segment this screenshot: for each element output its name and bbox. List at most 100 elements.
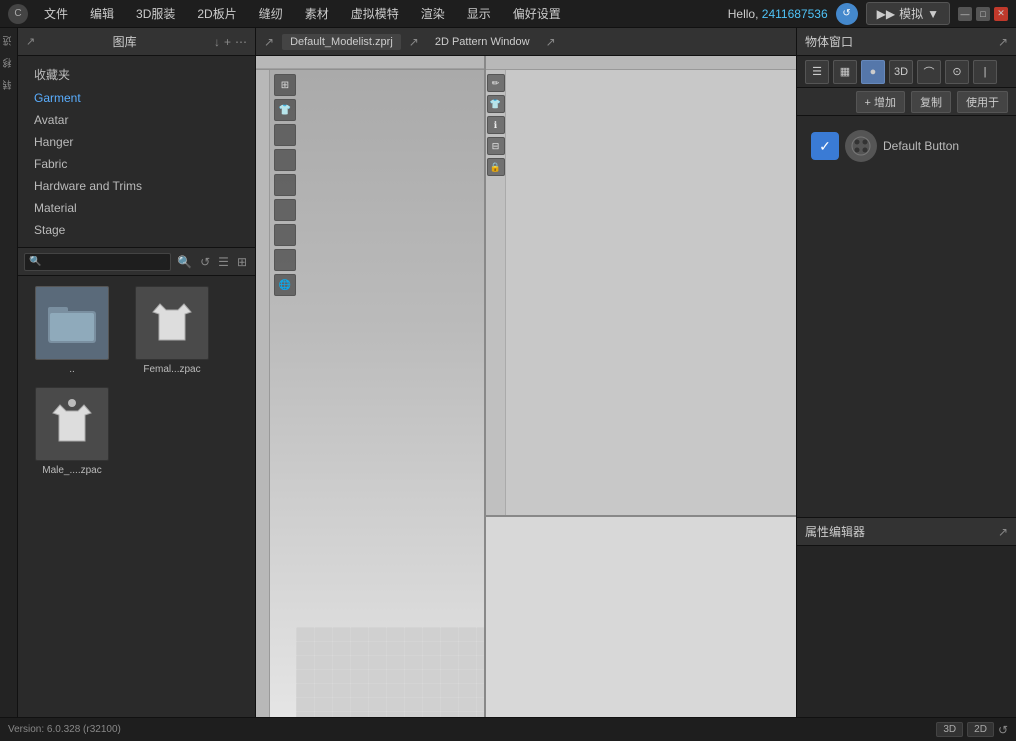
list-item[interactable]: Femal...zpac — [128, 286, 216, 375]
attr-editor-title: 属性编辑器 — [805, 523, 865, 540]
tool-move[interactable]: 移 — [1, 54, 16, 72]
grid-view-icon[interactable]: ⊞ — [235, 253, 249, 271]
pattern-tool-5[interactable]: 🔒 — [487, 158, 505, 176]
menu-2d-pattern[interactable]: 2D板片 — [193, 3, 240, 24]
3d-tool-7[interactable] — [274, 224, 296, 246]
3d-background — [270, 70, 484, 717]
3d-content: ⊞ 👕 🌐 — [270, 70, 484, 717]
object-window-title: 物体窗口 — [805, 33, 853, 50]
button-circle-icon[interactable] — [845, 130, 877, 162]
tab-3d-view[interactable]: Default_Modelist.zprj — [282, 34, 401, 50]
status-refresh-icon[interactable]: ↺ — [998, 723, 1008, 737]
user-info: Hello, 2411687536 — [728, 7, 828, 21]
pattern-bottom-section — [486, 517, 796, 717]
menu-avatar[interactable]: 虚拟模特 — [347, 3, 403, 24]
pattern-top-ruler — [486, 56, 796, 70]
3d-tool-4[interactable] — [274, 149, 296, 171]
pattern-area — [506, 70, 796, 515]
menu-file[interactable]: 文件 — [40, 3, 72, 24]
nav-fabric[interactable]: Fabric — [18, 153, 255, 175]
nav-favorites[interactable]: 收藏夹 — [18, 62, 255, 87]
vp-2d-icon: ↗ — [546, 35, 556, 49]
download-icon[interactable]: ↓ — [214, 35, 220, 49]
viewport-header: ↗ Default_Modelist.zprj ↗ 2D Pattern Win… — [256, 28, 796, 56]
tab-2d-pattern[interactable]: 2D Pattern Window — [427, 34, 538, 50]
tool-select[interactable]: 选 — [1, 32, 16, 50]
3d-tool-5[interactable] — [274, 174, 296, 196]
nav-hanger[interactable]: Hanger — [18, 131, 255, 153]
tool-rotate[interactable]: 转 — [1, 76, 16, 94]
obj-icon-ruler[interactable]: | — [973, 60, 997, 84]
menu-display[interactable]: 显示 — [463, 3, 495, 24]
add-button[interactable]: + 增加 — [856, 91, 905, 113]
pattern-tool-3[interactable]: ℹ — [487, 116, 505, 134]
obj-icon-curve[interactable]: ⌒ — [917, 60, 941, 84]
refresh-icon[interactable]: ↺ — [198, 253, 212, 271]
3d-tool-2[interactable]: 👕 — [274, 99, 296, 121]
search-icon[interactable]: 🔍 — [175, 253, 194, 271]
pattern-tool-1[interactable]: ✏ — [487, 74, 505, 92]
list-view-icon[interactable]: ☰ — [216, 253, 231, 271]
pattern-tool-4[interactable]: ⊟ — [487, 137, 505, 155]
items-grid: .. Femal...zpac — [18, 276, 255, 486]
library-toolbar: 🔍 ↺ ☰ ⊞ — [18, 248, 255, 276]
library-content: 🔍 ↺ ☰ ⊞ .. — [18, 248, 255, 717]
check-icon[interactable]: ✓ — [811, 132, 839, 160]
list-item[interactable]: .. — [28, 286, 116, 375]
close-button[interactable]: ✕ — [994, 7, 1008, 21]
status-right: 3D 2D ↺ — [936, 722, 1008, 737]
obj-icon-3d[interactable]: 3D — [889, 60, 913, 84]
3d-tool-9[interactable]: 🌐 — [274, 274, 296, 296]
object-window-header: 物体窗口 ↗ — [797, 28, 1016, 56]
object-window-export-icon[interactable]: ↗ — [998, 35, 1008, 49]
attributes-editor: 属性编辑器 ↗ — [797, 517, 1016, 717]
user-id[interactable]: 2411687536 — [762, 7, 828, 21]
pattern-side-tools: ✏ 👕 ℹ ⊟ 🔒 — [486, 70, 506, 515]
menu-3d-garment[interactable]: 3D服装 — [132, 3, 179, 24]
menu-edit[interactable]: 编辑 — [86, 3, 118, 24]
side-ruler — [256, 70, 270, 717]
pattern-tool-2[interactable]: 👕 — [487, 95, 505, 113]
use-button[interactable]: 使用于 — [957, 91, 1008, 113]
menu-preferences[interactable]: 偏好设置 — [509, 3, 565, 24]
minimize-button[interactable]: — — [958, 7, 972, 21]
obj-icon-fabric[interactable]: ▦ — [833, 60, 857, 84]
object-window-icons: ↗ — [998, 35, 1008, 49]
list-item[interactable]: Male_....zpac — [28, 387, 116, 476]
3d-tool-1[interactable]: ⊞ — [274, 74, 296, 96]
obj-icon-list[interactable]: ☰ — [805, 60, 829, 84]
obj-icon-spool[interactable]: ⊙ — [945, 60, 969, 84]
3d-tool-3[interactable] — [274, 124, 296, 146]
copy-button[interactable]: 复制 — [911, 91, 951, 113]
3d-tool-6[interactable] — [274, 199, 296, 221]
view-3d-button[interactable]: 3D — [936, 722, 963, 737]
obj-icon-person[interactable]: ● — [861, 60, 885, 84]
nav-garment[interactable]: Garment — [18, 87, 255, 109]
nav-hardware[interactable]: Hardware and Trims — [18, 175, 255, 197]
menu-sewing[interactable]: 缝纫 — [255, 3, 287, 24]
simulate-chevron: ▼ — [927, 7, 939, 21]
title-bar-right: Hello, 2411687536 ↺ ▶▶ 模拟 ▼ — □ ✕ — [728, 2, 1008, 25]
view-2d-button[interactable]: 2D — [967, 722, 994, 737]
sync-button[interactable]: ↺ — [836, 3, 858, 25]
nav-avatar[interactable]: Avatar — [18, 109, 255, 131]
app-logo: C — [8, 4, 28, 24]
more-icon[interactable]: ⋯ — [235, 35, 247, 49]
simulate-button[interactable]: ▶▶ 模拟 ▼ — [866, 2, 950, 25]
maximize-button[interactable]: □ — [976, 7, 990, 21]
simulate-label: 模拟 — [899, 5, 923, 22]
attr-editor-export-icon[interactable]: ↗ — [998, 525, 1008, 539]
object-list: ✓ Default Button — [797, 116, 1016, 517]
add-icon[interactable]: + — [224, 35, 231, 49]
nav-material[interactable]: Material — [18, 197, 255, 219]
item-thumb-folder — [35, 286, 109, 360]
3d-tool-8[interactable] — [274, 249, 296, 271]
simulate-icon: ▶▶ — [877, 7, 895, 21]
menu-render[interactable]: 渲染 — [417, 3, 449, 24]
attr-editor-content — [797, 546, 1016, 717]
menu-material[interactable]: 素材 — [301, 3, 333, 24]
search-input[interactable] — [24, 253, 171, 271]
viewport-panel: ↗ Default_Modelist.zprj ↗ 2D Pattern Win… — [256, 28, 796, 717]
library-panel: ↗ 图库 ↓ + ⋯ 收藏夹 Garment Avatar Hanger Fab… — [18, 28, 256, 717]
nav-stage[interactable]: Stage — [18, 219, 255, 241]
